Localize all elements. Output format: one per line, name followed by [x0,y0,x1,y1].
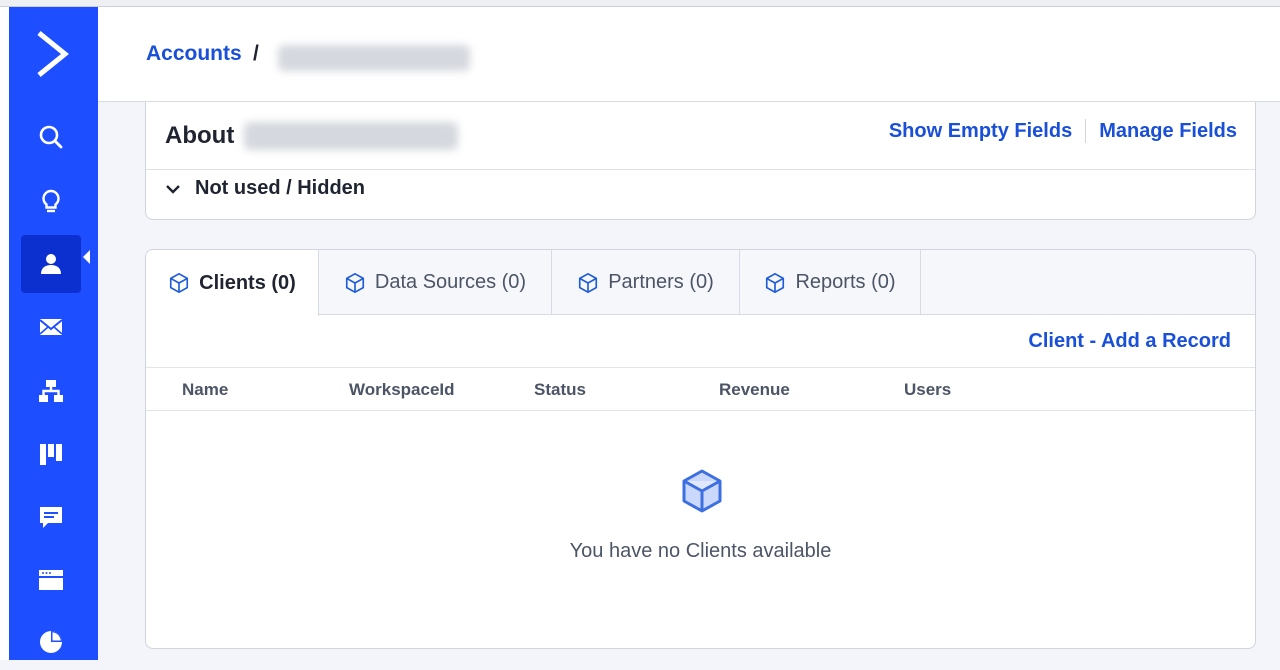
sidebar-item-contacts[interactable] [21,235,81,293]
sidebar-item-automations[interactable] [21,362,81,420]
manage-fields-link[interactable]: Manage Fields [1099,120,1237,143]
add-client-record-button[interactable]: Client - Add a Record [1028,330,1231,353]
email-icon [39,319,63,335]
tab-bar: Clients (0) Data Sources (0) Partners (0… [146,250,1255,316]
cube-icon [170,272,189,294]
sidebar-item-email[interactable] [21,298,81,356]
cube-icon [766,272,785,293]
sidebar [9,7,98,660]
window-left-edge [0,7,9,660]
page-header: Accounts / [98,7,1280,102]
empty-state-cube-icon [682,469,722,513]
actions-divider [1085,119,1087,143]
column-header-status[interactable]: Status [534,380,586,400]
tab-reports[interactable]: Reports (0) [740,250,921,315]
hidden-fields-label: Not used / Hidden [195,177,365,199]
about-panel: About Show Empty Fields Manage Fields No… [145,102,1256,220]
breadcrumb-separator: / [253,42,259,65]
window-top-border [0,0,1280,7]
sidebar-item-website[interactable] [21,551,81,609]
sidebar-item-reports[interactable] [21,612,81,670]
redacted-about-name [244,122,458,150]
website-icon [39,570,63,590]
cube-icon [579,272,598,293]
tab-data-sources[interactable]: Data Sources (0) [319,250,552,315]
clients-table-header: Name WorkspaceId Status Revenue Users [146,367,1255,411]
about-title: About [165,122,235,149]
tab-data-sources-label: Data Sources (0) [374,271,527,293]
sidebar-item-conversations[interactable] [21,488,81,546]
contacts-icon [41,254,61,274]
conversations-icon [40,507,62,528]
pipeline-icon [40,444,62,465]
tab-partners[interactable]: Partners (0) [552,250,740,315]
about-divider [146,169,1255,170]
hidden-fields-toggle[interactable]: Not used / Hidden [165,177,365,200]
show-empty-fields-link[interactable]: Show Empty Fields [889,120,1072,143]
tab-reports-label: Reports (0) [795,271,896,293]
column-header-name[interactable]: Name [182,380,228,400]
tab-clients-label: Clients (0) [199,271,296,294]
chevron-down-icon [166,184,180,194]
tab-partners-label: Partners (0) [608,271,714,293]
sidebar-item-search[interactable] [21,108,81,166]
column-header-revenue[interactable]: Revenue [719,380,790,400]
app-logo-icon[interactable] [35,29,71,79]
sidebar-item-insights[interactable] [21,172,81,230]
lightbulb-icon [42,189,60,213]
redacted-account-name [278,45,470,71]
automation-icon [39,380,63,402]
cube-icon [345,272,364,293]
column-header-workspaceid[interactable]: WorkspaceId [349,380,455,400]
empty-state-message: You have no Clients available [569,540,832,562]
related-records-panel: Clients (0) Data Sources (0) Partners (0… [145,249,1256,649]
breadcrumb-accounts-link[interactable]: Accounts [146,42,242,66]
column-header-users[interactable]: Users [904,380,951,400]
about-actions: Show Empty Fields Manage Fields [889,119,1237,143]
search-icon [39,125,63,149]
tab-clients[interactable]: Clients (0) [146,250,319,316]
sidebar-item-pipeline[interactable] [21,425,81,483]
active-nav-indicator [83,250,90,264]
reports-icon [40,631,62,653]
